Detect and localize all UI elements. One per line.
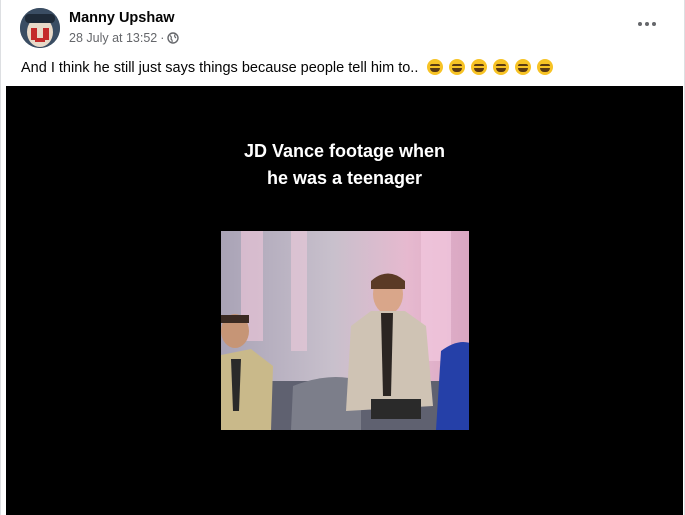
video-title-line-2: he was a teenager — [266, 168, 423, 188]
author-name[interactable]: Manny Upshaw — [69, 10, 175, 26]
globe-icon[interactable] — [167, 32, 180, 44]
video-player[interactable]: JD Vance footage when he was a teenager — [6, 86, 683, 515]
caption-emojis — [427, 59, 554, 75]
rolling-on-floor-laughing-icon — [449, 59, 466, 75]
more-dot-icon — [645, 22, 649, 26]
grinning-squinting-face-icon — [427, 59, 444, 75]
more-options-button[interactable] — [634, 14, 660, 34]
post-caption: And I think he still just says things be… — [21, 59, 554, 76]
more-dot-icon — [652, 22, 656, 26]
rolling-on-floor-laughing-icon — [537, 59, 554, 75]
grinning-squinting-face-icon — [515, 59, 532, 75]
video-title-line-1: JD Vance footage when — [243, 141, 446, 161]
grinning-cat-icon — [493, 59, 510, 75]
meta-separator: · — [160, 31, 165, 45]
face-with-tears-of-joy-icon — [471, 59, 488, 75]
avatar-image — [20, 8, 60, 48]
author-avatar[interactable] — [20, 8, 60, 48]
post-meta: 28 July at 13:52 · — [69, 31, 180, 45]
more-dot-icon — [638, 22, 642, 26]
caption-text: And I think he still just says things be… — [21, 60, 423, 76]
video-frame-image — [221, 231, 469, 430]
facebook-post: Manny Upshaw 28 July at 13:52 · And I th… — [0, 0, 685, 515]
post-timestamp[interactable]: 28 July at 13:52 — [69, 31, 157, 45]
